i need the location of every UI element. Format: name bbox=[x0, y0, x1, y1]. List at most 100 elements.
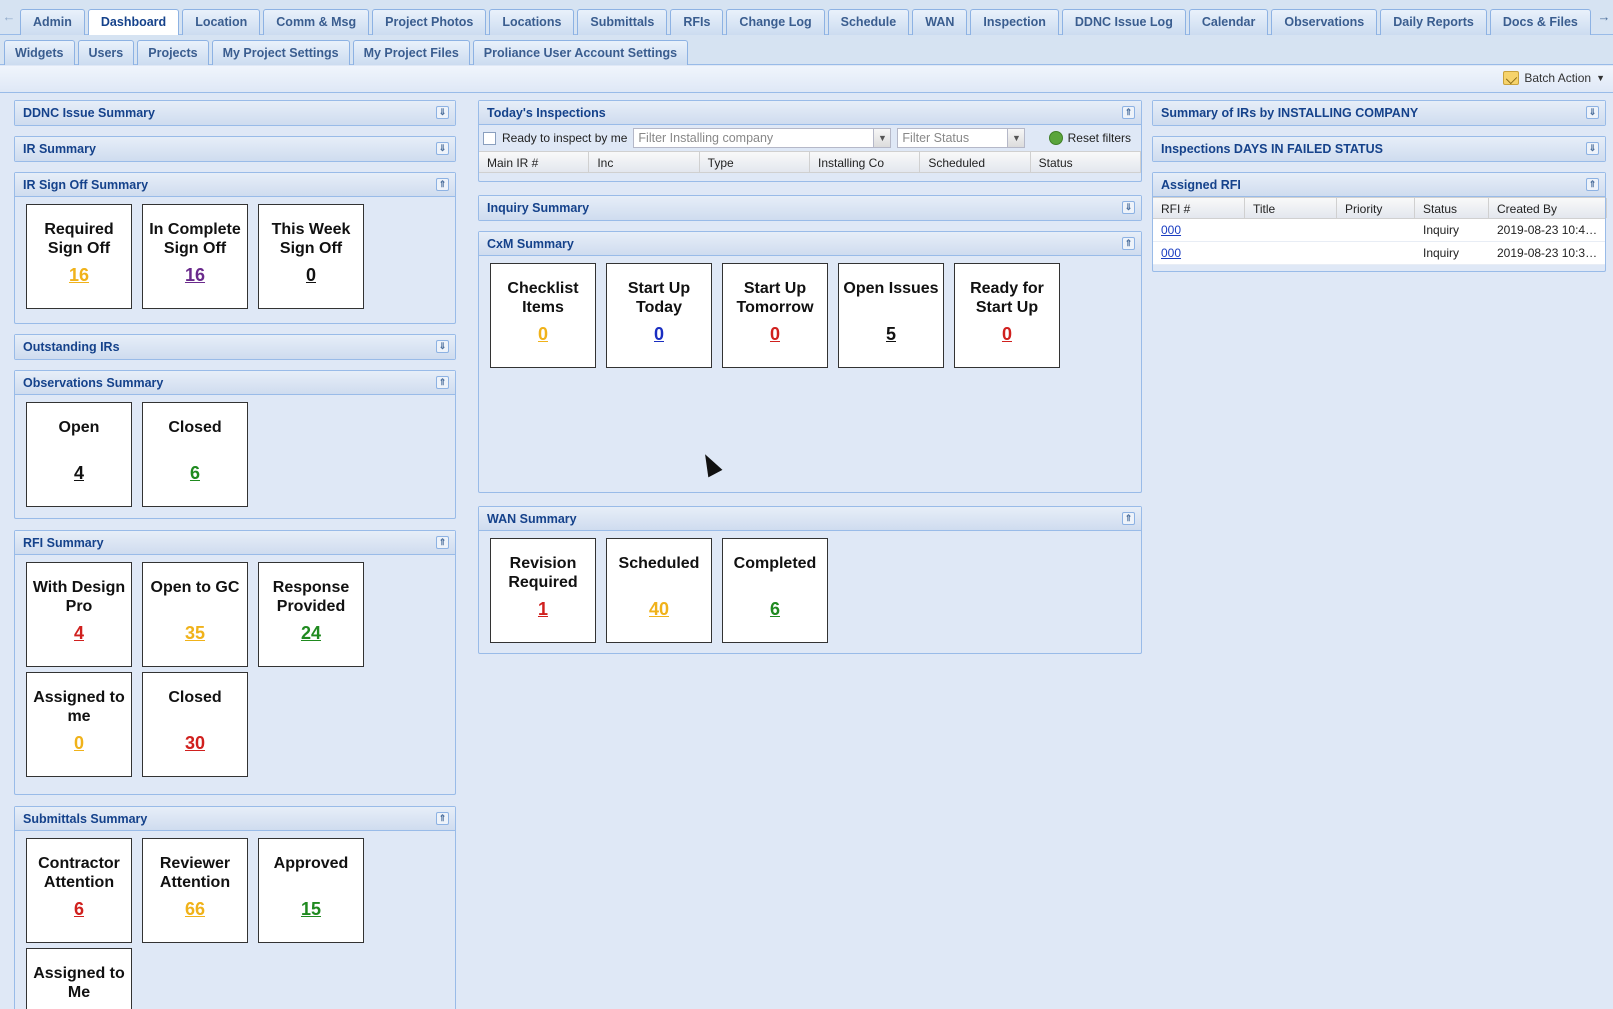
tile-count-link[interactable]: 4 bbox=[27, 623, 131, 644]
tile-count-link[interactable]: 4 bbox=[27, 463, 131, 484]
collapse-icon[interactable]: ⇑ bbox=[1586, 178, 1599, 191]
subtab-my-project-files[interactable]: My Project Files bbox=[352, 40, 470, 65]
chevron-down-icon[interactable]: ▼ bbox=[1007, 129, 1025, 147]
subtab-projects[interactable]: Projects bbox=[137, 40, 209, 65]
column-header[interactable]: RFI # bbox=[1153, 198, 1245, 218]
tile-count-link[interactable]: 6 bbox=[143, 463, 247, 484]
summary-tile[interactable]: Assigned to me 0 bbox=[26, 672, 132, 777]
reset-filters-button[interactable]: Reset filters bbox=[1048, 131, 1131, 145]
column-header[interactable]: Installing Co bbox=[810, 152, 921, 172]
column-header[interactable]: Scheduled bbox=[920, 152, 1031, 172]
tile-count-link[interactable]: 15 bbox=[259, 899, 363, 920]
tab-calendar[interactable]: Calendar bbox=[1188, 9, 1269, 35]
column-header[interactable]: Type bbox=[700, 152, 810, 172]
summary-tile[interactable]: Start Up Tomorrow 0 bbox=[722, 263, 828, 368]
tile-count-link[interactable]: 0 bbox=[607, 324, 711, 345]
expand-icon[interactable]: ⇓ bbox=[1122, 201, 1135, 214]
collapse-icon[interactable]: ⇑ bbox=[436, 376, 449, 389]
summary-tile[interactable]: This Week Sign Off 0 bbox=[258, 204, 364, 309]
tile-count-link[interactable]: 1 bbox=[491, 599, 595, 620]
tile-count-link[interactable]: 16 bbox=[143, 265, 247, 286]
table-row[interactable]: 000 Inquiry 2019-08-23 10:42:... bbox=[1153, 219, 1605, 242]
tile-count-link[interactable]: 35 bbox=[143, 623, 247, 644]
scroll-right-icon[interactable]: → bbox=[1595, 6, 1613, 28]
summary-tile[interactable]: Revision Required 1 bbox=[490, 538, 596, 643]
tab-change-log[interactable]: Change Log bbox=[726, 9, 825, 35]
summary-tile[interactable]: Required Sign Off 16 bbox=[26, 204, 132, 309]
summary-tile[interactable]: Completed 6 bbox=[722, 538, 828, 643]
summary-tile[interactable]: Open Issues 5 bbox=[838, 263, 944, 368]
chevron-down-icon[interactable]: ▼ bbox=[873, 129, 891, 147]
tile-count-link[interactable]: 40 bbox=[607, 599, 711, 620]
tab-ddnc-issue-log[interactable]: DDNC Issue Log bbox=[1061, 9, 1186, 35]
subtab-proliance-user-account-settings[interactable]: Proliance User Account Settings bbox=[472, 40, 689, 65]
tile-count-link[interactable]: 0 bbox=[491, 324, 595, 345]
tile-count-link[interactable]: 5 bbox=[839, 324, 943, 345]
tab-rfis[interactable]: RFIs bbox=[670, 9, 724, 35]
tab-admin[interactable]: Admin bbox=[20, 9, 85, 35]
tab-project-photos[interactable]: Project Photos bbox=[372, 9, 487, 35]
summary-tile[interactable]: Reviewer Attention 66 bbox=[142, 838, 248, 943]
filter-status-input[interactable]: Filter Status ▼ bbox=[897, 128, 1026, 148]
column-header[interactable]: Status bbox=[1031, 152, 1141, 172]
tile-count-link[interactable]: 16 bbox=[27, 265, 131, 286]
scroll-left-icon[interactable]: ← bbox=[2, 6, 16, 28]
column-header[interactable]: Main IR # bbox=[479, 152, 590, 172]
summary-tile[interactable]: Scheduled 40 bbox=[606, 538, 712, 643]
tab-schedule[interactable]: Schedule bbox=[827, 9, 910, 35]
summary-tile[interactable]: Contractor Attention 6 bbox=[26, 838, 132, 943]
batch-action-button[interactable]: Batch Action ▼ bbox=[1503, 71, 1605, 85]
expand-icon[interactable]: ⇓ bbox=[436, 106, 449, 119]
collapse-icon[interactable]: ⇑ bbox=[436, 536, 449, 549]
rfi-number-link[interactable]: 000 bbox=[1161, 246, 1181, 260]
summary-tile[interactable]: Response Provided 24 bbox=[258, 562, 364, 667]
column-header[interactable]: Status bbox=[1415, 198, 1489, 218]
tile-count-link[interactable]: 0 bbox=[259, 265, 363, 286]
collapse-icon[interactable]: ⇑ bbox=[1122, 512, 1135, 525]
summary-tile[interactable]: With Design Pro 4 bbox=[26, 562, 132, 667]
column-header[interactable]: Created By bbox=[1489, 198, 1607, 218]
summary-tile[interactable]: Assigned to Me bbox=[26, 948, 132, 1009]
summary-tile[interactable]: Open to GC 35 bbox=[142, 562, 248, 667]
ready-to-inspect-checkbox[interactable] bbox=[483, 131, 496, 145]
tab-comm-msg[interactable]: Comm & Msg bbox=[263, 9, 370, 35]
tab-observations[interactable]: Observations bbox=[1271, 9, 1378, 35]
tile-count-link[interactable]: 6 bbox=[27, 899, 131, 920]
summary-tile[interactable]: Checklist Items 0 bbox=[490, 263, 596, 368]
tile-count-link[interactable]: 6 bbox=[723, 599, 827, 620]
collapse-icon[interactable]: ⇑ bbox=[436, 178, 449, 191]
collapse-icon[interactable]: ⇑ bbox=[1122, 237, 1135, 250]
collapse-icon[interactable]: ⇑ bbox=[1122, 106, 1135, 119]
tab-inspection[interactable]: Inspection bbox=[970, 9, 1059, 35]
subtab-widgets[interactable]: Widgets bbox=[4, 40, 75, 65]
tile-count-link[interactable]: 24 bbox=[259, 623, 363, 644]
subtab-users[interactable]: Users bbox=[77, 40, 135, 65]
expand-icon[interactable]: ⇓ bbox=[1586, 142, 1599, 155]
expand-icon[interactable]: ⇓ bbox=[436, 340, 449, 353]
expand-icon[interactable]: ⇓ bbox=[436, 142, 449, 155]
subtab-my-project-settings[interactable]: My Project Settings bbox=[211, 40, 350, 65]
summary-tile[interactable]: Ready for Start Up 0 bbox=[954, 263, 1060, 368]
column-header[interactable]: Title bbox=[1245, 198, 1337, 218]
summary-tile[interactable]: Open 4 bbox=[26, 402, 132, 507]
tile-count-link[interactable]: 0 bbox=[723, 324, 827, 345]
column-header[interactable]: Inc bbox=[589, 152, 700, 172]
tab-daily-reports[interactable]: Daily Reports bbox=[1380, 9, 1487, 35]
tab-location[interactable]: Location bbox=[182, 9, 261, 35]
rfi-number-link[interactable]: 000 bbox=[1161, 223, 1181, 237]
tab-submittals[interactable]: Submittals bbox=[577, 9, 668, 35]
summary-tile[interactable]: Approved 15 bbox=[258, 838, 364, 943]
tile-count-link[interactable]: 66 bbox=[143, 899, 247, 920]
summary-tile[interactable]: Start Up Today 0 bbox=[606, 263, 712, 368]
column-header[interactable]: Priority bbox=[1337, 198, 1415, 218]
tab-wan[interactable]: WAN bbox=[912, 9, 968, 35]
summary-tile[interactable]: Closed 6 bbox=[142, 402, 248, 507]
tab-docs-files[interactable]: Docs & Files bbox=[1489, 9, 1591, 35]
summary-tile[interactable]: In Complete Sign Off 16 bbox=[142, 204, 248, 309]
tile-count-link[interactable]: 0 bbox=[27, 733, 131, 754]
collapse-icon[interactable]: ⇑ bbox=[436, 812, 449, 825]
table-row[interactable]: 000 Inquiry 2019-08-23 10:36:... bbox=[1153, 242, 1605, 265]
summary-tile[interactable]: Closed 30 bbox=[142, 672, 248, 777]
tab-locations[interactable]: Locations bbox=[489, 9, 575, 35]
tile-count-link[interactable]: 30 bbox=[143, 733, 247, 754]
